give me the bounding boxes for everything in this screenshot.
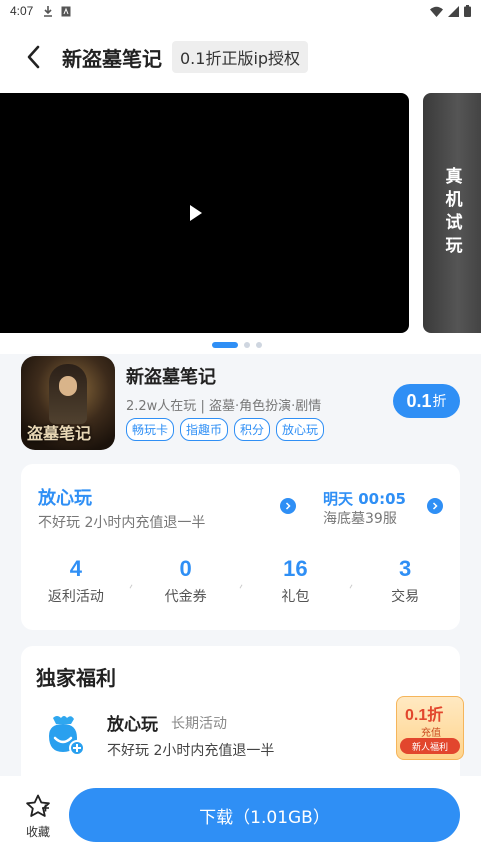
star-icon [26,794,50,817]
signal-icon [448,5,459,17]
new-user-badge-recharge: 充值 [421,728,441,739]
discount-badge: 0.1 折 [393,384,460,418]
trial-label: 真机试玩 [441,167,462,259]
tag-changwanka[interactable]: 畅玩卡 [126,418,175,441]
battery-icon [464,5,471,17]
top-bar: 新盗墓笔记 0.1折正版ip授权 [0,22,481,92]
stat-value: 4 [69,556,82,581]
favorite-button[interactable]: 收藏 [18,794,58,840]
next-server-time: 明天 00:05 [323,490,406,508]
fangxin-card: 放心玩 不好玩 2小时内充值退一半 明天 00:05 海底墓39服 4 返利活动… [21,464,460,630]
game-info: 盗墓笔记 新盗墓笔记 2.2w人在玩 | 盗墓·角色扮演·剧情 畅玩卡 指趣币 … [0,354,481,464]
discount-unit: 折 [432,394,447,410]
carousel-dot[interactable] [244,342,250,348]
game-meta: 2.2w人在玩 | 盗墓·角色扮演·剧情 [126,399,322,414]
stats-row: 4 返利活动 0 代金券 16 礼包 3 交易 [21,556,460,606]
download-button[interactable]: 下载（1.01GB） [69,788,460,842]
video-player[interactable] [0,93,409,333]
welfare-section-title: 独家福利 [36,666,116,690]
stat-rebate[interactable]: 4 返利活动 [21,556,131,606]
new-user-badge-ribbon: 新人福利 [400,738,460,754]
tag-zhiqubi[interactable]: 指趣币 [180,418,229,441]
game-icon-face [59,376,77,396]
stat-voucher[interactable]: 0 代金券 [131,556,241,606]
stat-trade[interactable]: 3 交易 [350,556,460,606]
fangxin-desc: 不好玩 2小时内充值退一半 [38,515,206,531]
tag-jifen[interactable]: 积分 [234,418,271,441]
status-bar: 4:07 [0,0,481,22]
carousel-dot[interactable] [256,342,262,348]
next-server-name: 海底墓39服 [323,511,397,527]
game-tags: 畅玩卡 指趣币 积分 放心玩 [126,418,325,441]
fangxin-bag-icon [49,716,85,756]
media-carousel: 真机试玩 [0,92,481,354]
welfare-item-name[interactable]: 放心玩 [107,710,158,735]
back-button[interactable] [18,42,48,72]
tag-fangxinwan[interactable]: 放心玩 [276,418,325,441]
server-arrow-icon[interactable] [427,498,443,514]
discount-value: 0.1 [406,390,432,411]
wifi-icon [430,6,443,17]
page-title: 新盗墓笔记 [62,46,162,71]
status-time: 4:07 [10,4,34,18]
play-icon[interactable] [188,204,204,222]
stat-label: 礼包 [281,589,310,605]
new-user-badge-discount: 0.1折 [405,707,444,724]
favorite-label: 收藏 [25,825,50,839]
a-icon [61,6,71,16]
bottom-action-bar: 收藏 下载（1.01GB） [0,776,481,855]
stat-value: 16 [283,556,308,581]
carousel-dot-active[interactable] [212,342,238,348]
back-arrow-icon [27,45,40,69]
game-icon-logo-text: 盗墓笔记 [27,424,92,443]
stat-value: 3 [399,556,412,581]
fangxin-title[interactable]: 放心玩 [38,484,92,510]
download-icon [44,5,53,17]
exclusive-welfare-card: 独家福利 放心玩 长期活动 不好玩 2小时内充值退一半 0.1折 充值 新人福利 [21,646,464,776]
ip-license-badge: 0.1折正版ip授权 [172,41,309,73]
real-device-trial-button[interactable]: 真机试玩 [423,93,481,333]
stat-label: 交易 [391,589,420,605]
game-name: 新盗墓笔记 [126,367,216,388]
welfare-item-desc: 不好玩 2小时内充值退一半 [107,743,275,759]
stat-value: 0 [179,556,192,581]
new-user-welfare-badge[interactable]: 0.1折 充值 新人福利 [396,696,464,760]
game-icon: 盗墓笔记 [21,356,115,450]
carousel-indicator [212,342,262,348]
welfare-item-sub: 长期活动 [171,716,227,732]
stat-label: 返利活动 [47,589,104,605]
fangxin-arrow-icon[interactable] [280,498,296,514]
stat-label: 代金券 [164,589,207,605]
stat-gift[interactable]: 16 礼包 [241,556,351,606]
